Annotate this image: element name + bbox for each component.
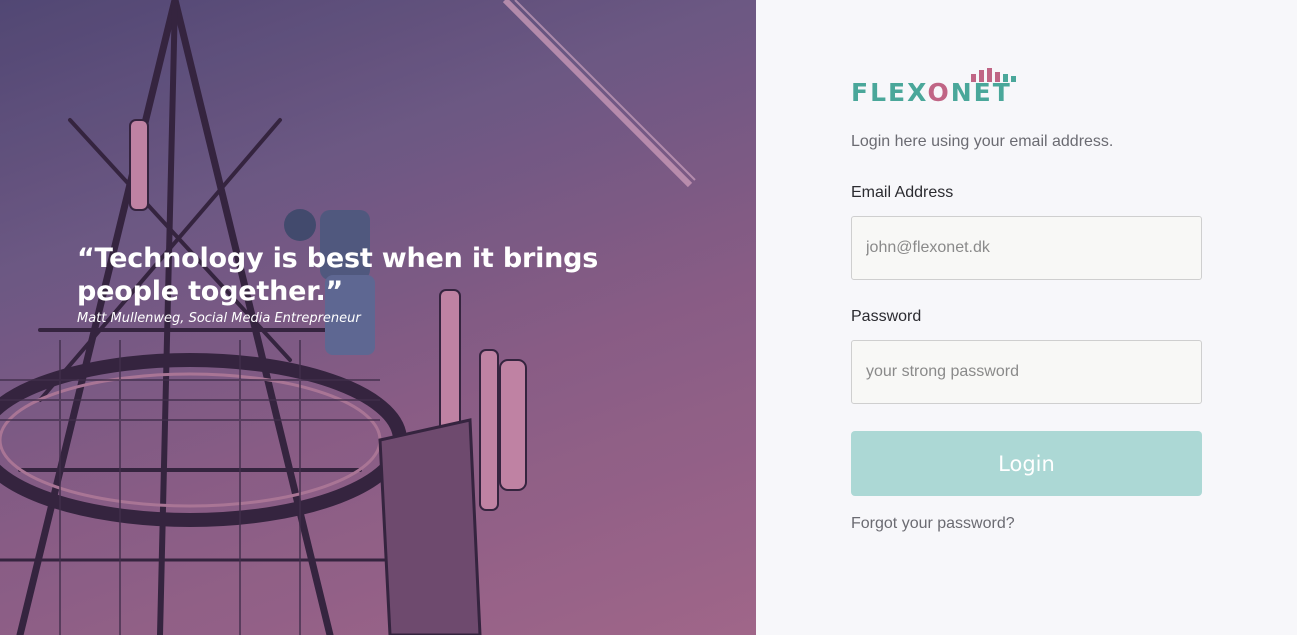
login-intro-text: Login here using your email address. bbox=[851, 133, 1114, 150]
brand-wordmark: FLEXONET bbox=[851, 78, 1012, 107]
email-field[interactable] bbox=[851, 216, 1202, 280]
flexonet-logo: FLEXONET bbox=[851, 68, 1031, 108]
hero-quote: “Technology is best when it brings peopl… bbox=[77, 243, 599, 307]
forgot-password-link[interactable]: Forgot your password? bbox=[851, 515, 1015, 533]
hero-quote-block: “Technology is best when it brings peopl… bbox=[77, 242, 637, 326]
hero-quote-author: Matt Mullenweg, Social Media Entrepreneu… bbox=[77, 311, 361, 326]
hero-image-panel: “Technology is best when it brings peopl… bbox=[0, 0, 756, 635]
brand-name-part2: NET bbox=[950, 78, 1012, 107]
password-label: Password bbox=[851, 308, 922, 325]
email-label: Email Address bbox=[851, 184, 954, 201]
brand-name-o: O bbox=[927, 78, 951, 107]
password-field[interactable] bbox=[851, 340, 1202, 404]
login-button[interactable]: Login bbox=[851, 431, 1202, 496]
login-panel: FLEXONET Login here using your email add… bbox=[756, 0, 1297, 635]
brand-name-part1: FLEX bbox=[851, 78, 928, 107]
